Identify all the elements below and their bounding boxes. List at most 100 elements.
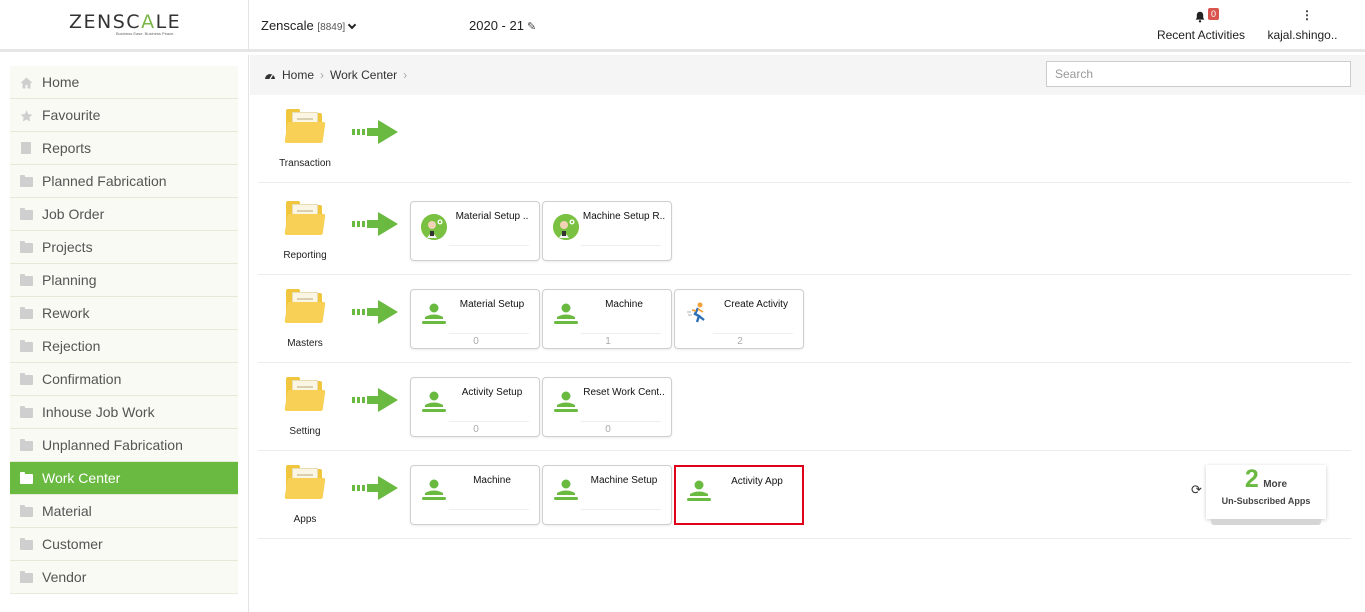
card-stack-shadow [1211,519,1321,525]
row-label[interactable]: Masters [258,338,352,349]
search-input[interactable] [1046,61,1351,87]
folder-icon[interactable] [284,201,326,235]
app-tile-reset-work-cent[interactable]: Reset Work Cent.. 0 [542,377,672,437]
tile-title: Activity Setup [461,387,523,398]
sidebar-item-work-center[interactable]: Work Center [10,462,238,495]
person-icon [421,478,447,502]
runner-icon [685,302,711,326]
folder-icon[interactable] [284,289,326,323]
folder-icon[interactable] [284,377,326,411]
sidebar-item-reports[interactable]: Reports [10,132,238,165]
tile-title: Machine Setup [590,475,658,486]
sidebar-item-vendor[interactable]: Vendor [10,561,238,594]
edit-icon[interactable]: ✎ [527,21,536,33]
tile-title: Material Setup .. [455,211,529,222]
sidebar-item-material[interactable]: Material [10,495,238,528]
person-icon [553,302,579,326]
sidebar-item-planned-fabrication[interactable]: Planned Fabrication [10,165,238,198]
recent-activities-button[interactable]: 0 Recent Activities [1155,6,1245,46]
tile-title: Reset Work Cent.. [583,387,665,398]
person-icon [421,302,447,326]
sidebar-item-favourite[interactable]: Favourite [10,99,238,132]
sidebar-item-home[interactable]: Home [10,66,238,99]
person-icon [553,390,579,414]
tile-count: 1 [605,336,611,347]
folder-icon[interactable] [284,465,326,499]
row-label[interactable]: Apps [258,514,352,525]
tile-count: 2 [737,336,743,347]
logo[interactable]: ZENSCALE [69,11,181,33]
sidebar-item-planning[interactable]: Planning [10,264,238,297]
app-tile-material-setup[interactable]: Material Setup .. [410,201,540,261]
unsubscribed-apps-label: Un-Subscribed Apps [1221,496,1311,506]
row-setting: Setting Activity Setup 0 Reset Work Cent.. 0 [258,363,1351,451]
sidebar-item-customer[interactable]: Customer [10,528,238,561]
report-avatar-icon [421,214,447,240]
folder-icon [20,340,34,352]
refresh-icon[interactable]: ⟳ [1191,482,1202,498]
report-avatar-icon [553,214,579,240]
folder-icon [20,208,34,220]
folder-icon [20,472,34,484]
sidebar-item-rework[interactable]: Rework [10,297,238,330]
app-tile-activity-app[interactable]: Activity App [674,465,804,525]
sidebar-item-label: Unplanned Fabrication [42,437,183,453]
logo-area: ZENSCALE Business Ease. Business Peace. [0,0,249,52]
sidebar-item-projects[interactable]: Projects [10,231,238,264]
tile-title: Material Setup [459,299,525,310]
tile-title: Create Activity [724,299,788,310]
tile-count: 0 [473,336,479,347]
logo-tagline: Business Ease. Business Peace. [116,31,175,36]
app-tile-material-setup[interactable]: Material Setup 0 [410,289,540,349]
sidebar: Home Favourite Reports Planned Fabrication J… [0,55,249,612]
folder-icon [20,505,34,517]
row-label[interactable]: Reporting [258,250,352,261]
arrow-right-icon [352,388,398,412]
folder-icon [20,175,34,187]
sidebar-item-job-order[interactable]: Job Order [10,198,238,231]
sidebar-item-label: Planning [42,272,97,288]
breadcrumb-current[interactable]: Work Center [330,68,397,82]
tile-title: Activity App [731,476,783,487]
app-tile-machine[interactable]: Machine 1 [542,289,672,349]
dashboard-icon [265,74,275,80]
tile-divider [581,245,661,246]
tile-divider [449,421,529,422]
bell-icon [1195,11,1205,23]
folder-icon[interactable] [284,109,326,143]
sidebar-item-label: Home [42,74,80,90]
app-tile-machine-setup-r[interactable]: Machine Setup R.. [542,201,672,261]
row-label[interactable]: Setting [258,426,352,437]
sidebar-item-label: Favourite [42,107,101,123]
row-label[interactable]: Transaction [258,158,352,169]
sidebar-item-label: Planned Fabrication [42,173,167,189]
sidebar-item-label: Reports [42,140,92,156]
sidebar-item-label: Projects [42,239,93,255]
sidebar-item-label: Rejection [42,338,101,354]
sidebar-item-label: Job Order [42,206,105,222]
recent-activities-label: Recent Activities [1156,28,1246,42]
user-name: kajal.shingo.. [1267,28,1338,42]
arrow-right-icon [352,120,398,144]
fiscal-year-selector[interactable]: 2020 - 21 ✎ [469,18,536,33]
sidebar-item-confirmation[interactable]: Confirmation [10,363,238,396]
tile-divider [449,245,529,246]
sidebar-item-label: Work Center [42,470,121,486]
unsubscribed-apps-card[interactable]: 2 More Un-Subscribed Apps [1206,465,1326,519]
app-tile-create-activity[interactable]: Create Activity 2 [674,289,804,349]
company-selector[interactable]: Zenscale [8849] [261,18,357,33]
sidebar-item-unplanned-fabrication[interactable]: Unplanned Fabrication [10,429,238,462]
sidebar-item-rejection[interactable]: Rejection [10,330,238,363]
folder-icon [20,439,34,451]
app-tile-activity-setup[interactable]: Activity Setup 0 [410,377,540,437]
breadcrumb-home[interactable]: Home [282,68,314,82]
sidebar-item-inhouse-job-work[interactable]: Inhouse Job Work [10,396,238,429]
app-tile-machine[interactable]: Machine [410,465,540,525]
app-tile-machine-setup[interactable]: Machine Setup [542,465,672,525]
tile-title: Machine Setup R.. [582,211,666,222]
folder-icon [20,571,34,583]
star-icon [20,109,34,122]
tile-divider [713,333,793,334]
kebab-menu-icon[interactable]: ⋮ [1301,9,1313,21]
user-menu[interactable]: ⋮ kajal.shingo.. [1265,6,1340,46]
